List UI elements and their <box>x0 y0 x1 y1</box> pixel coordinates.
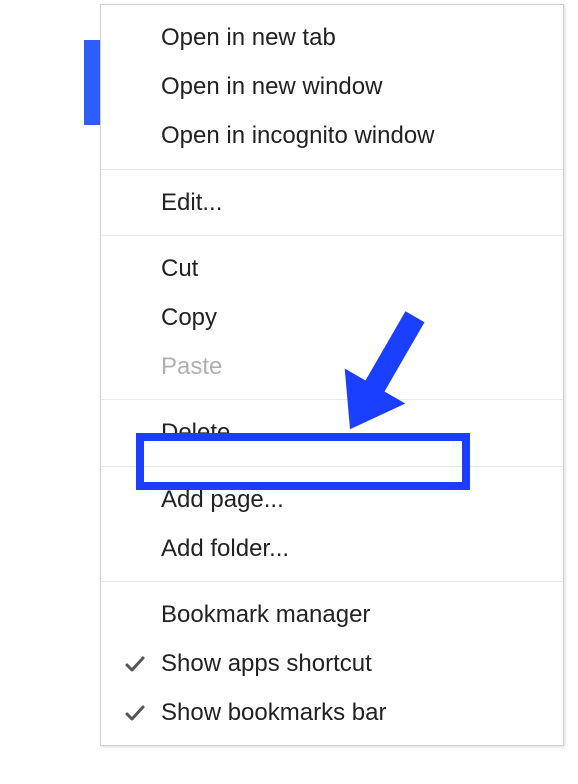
menu-item-edit[interactable]: Edit... <box>101 178 563 227</box>
menu-item-show-apps[interactable]: Show apps shortcut <box>101 639 563 688</box>
check-icon <box>123 701 147 725</box>
menu-item-open-new-window[interactable]: Open in new window <box>101 62 563 111</box>
menu-group-add: Add page... Add folder... <box>101 467 563 582</box>
menu-item-add-page[interactable]: Add page... <box>101 475 563 524</box>
menu-item-copy[interactable]: Copy <box>101 293 563 342</box>
menu-label: Delete <box>161 419 230 446</box>
menu-group-delete: Delete <box>101 400 563 466</box>
menu-label: Paste <box>161 353 222 380</box>
menu-label: Open in new tab <box>161 24 336 51</box>
menu-label: Show bookmarks bar <box>161 699 386 726</box>
menu-item-paste: Paste <box>101 342 563 391</box>
check-icon <box>123 652 147 676</box>
menu-label: Open in incognito window <box>161 122 435 149</box>
menu-item-delete[interactable]: Delete <box>101 408 563 457</box>
context-menu: Open in new tab Open in new window Open … <box>100 4 564 746</box>
background-blue-bar <box>84 40 100 125</box>
menu-item-cut[interactable]: Cut <box>101 244 563 293</box>
menu-label: Bookmark manager <box>161 601 370 628</box>
menu-group-edit: Edit... <box>101 170 563 236</box>
menu-group-bookmarks: Bookmark manager Show apps shortcut Show… <box>101 582 563 746</box>
menu-label: Add page... <box>161 486 284 513</box>
menu-label: Add folder... <box>161 535 289 562</box>
menu-label: Edit... <box>161 189 222 216</box>
menu-group-clipboard: Cut Copy Paste <box>101 236 563 401</box>
menu-label: Show apps shortcut <box>161 650 372 677</box>
menu-item-add-folder[interactable]: Add folder... <box>101 524 563 573</box>
menu-label: Copy <box>161 304 217 331</box>
menu-item-open-incognito[interactable]: Open in incognito window <box>101 111 563 160</box>
menu-item-bookmark-manager[interactable]: Bookmark manager <box>101 590 563 639</box>
menu-label: Cut <box>161 255 198 282</box>
menu-label: Open in new window <box>161 73 382 100</box>
menu-group-open: Open in new tab Open in new window Open … <box>101 5 563 170</box>
menu-item-show-bookmarks-bar[interactable]: Show bookmarks bar <box>101 688 563 737</box>
menu-item-open-new-tab[interactable]: Open in new tab <box>101 13 563 62</box>
